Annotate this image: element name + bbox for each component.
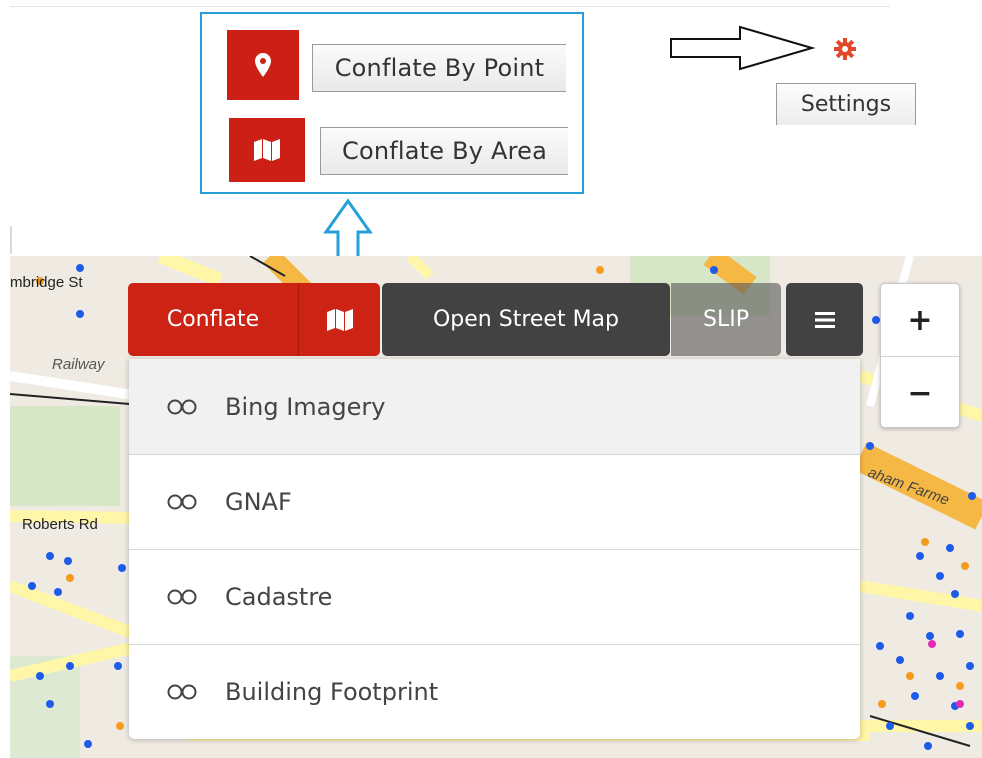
conflate-label: Conflate	[166, 307, 260, 332]
gear-icon[interactable]	[834, 38, 856, 60]
street-label-railway: Railway	[52, 356, 105, 373]
zoom-out-button[interactable]: −	[881, 356, 959, 429]
layer-dropdown: Bing Imagery GNAF Cadastre Building Foot…	[129, 359, 860, 739]
map-marker-icon	[255, 53, 271, 77]
toggle-icon	[167, 684, 197, 700]
layer-label: Bing Imagery	[225, 392, 386, 421]
layer-item-cadastre[interactable]: Cadastre	[129, 549, 860, 644]
conflate-button[interactable]: Conflate	[128, 283, 298, 356]
map-icon	[326, 308, 353, 331]
layer-item-bing-imagery[interactable]: Bing Imagery	[129, 359, 860, 454]
layer-item-gnaf[interactable]: GNAF	[129, 454, 860, 549]
map-icon	[254, 139, 280, 161]
toggle-icon	[167, 494, 197, 510]
zoom-control: + −	[880, 283, 960, 428]
layer-item-building-footprint[interactable]: Building Footprint	[129, 644, 860, 739]
toggle-icon	[167, 399, 197, 414]
arrow-right-icon	[670, 25, 816, 71]
conflate-by-area-button[interactable]: Conflate By Area	[320, 127, 568, 175]
conflate-by-area-icon-button[interactable]	[229, 118, 305, 182]
layer-label: GNAF	[225, 488, 292, 516]
conflate-callout: Conflate By Point Conflate By Area	[200, 12, 584, 194]
menu-button[interactable]	[786, 283, 863, 356]
conflate-by-point-icon-button[interactable]	[227, 30, 299, 100]
street-label-roberts: Roberts Rd	[22, 516, 98, 533]
conflate-by-point-button[interactable]: Conflate By Point	[312, 44, 566, 92]
street-label-cambridge: mbridge St	[10, 274, 83, 291]
settings-button[interactable]: Settings	[776, 83, 916, 125]
layer-label: Cadastre	[225, 583, 333, 611]
top-divider	[10, 6, 890, 7]
toggle-icon	[167, 589, 197, 605]
layer-label: Building Footprint	[225, 678, 439, 706]
conflate-mode-button[interactable]	[298, 283, 380, 356]
zoom-in-button[interactable]: +	[881, 284, 959, 356]
hamburger-menu-icon	[814, 311, 835, 328]
map-toolbar: Conflate Open Street Map SLIP	[128, 283, 863, 356]
open-street-map-button[interactable]: Open Street Map	[382, 283, 670, 356]
divider	[10, 226, 12, 254]
slip-button[interactable]: SLIP	[671, 283, 781, 356]
